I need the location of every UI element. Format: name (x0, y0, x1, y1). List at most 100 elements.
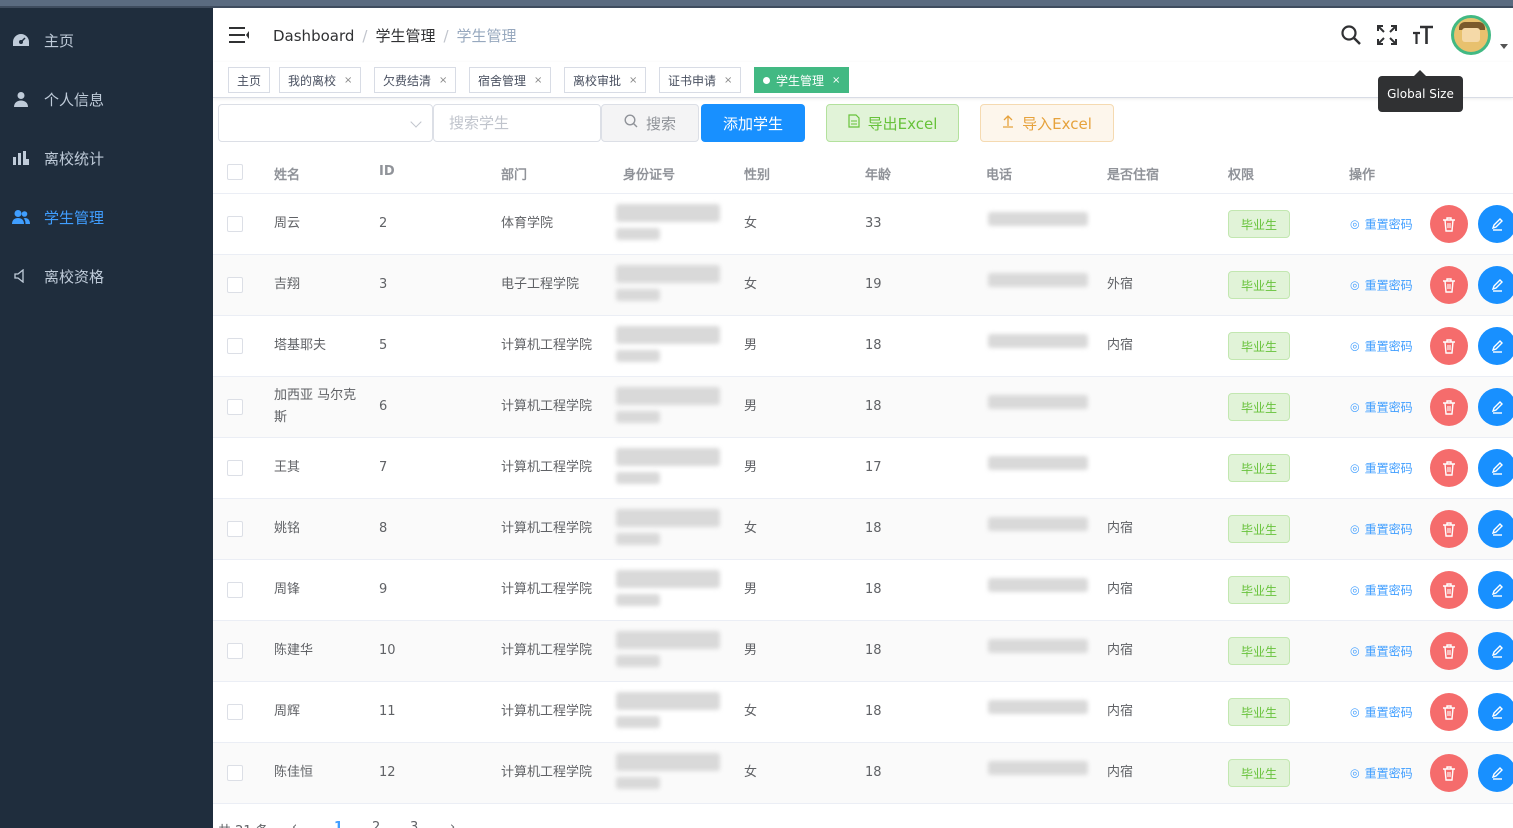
page-button[interactable]: 2 (372, 820, 380, 828)
delete-button[interactable] (1430, 266, 1468, 304)
tag-my-leave[interactable]: 我的离校 × (279, 67, 362, 93)
header-gender: 性别 (744, 168, 771, 183)
reset-password-link[interactable]: ◎ 重置密码 (1350, 216, 1413, 233)
row-checkbox[interactable] (227, 338, 243, 354)
delete-button[interactable] (1430, 388, 1468, 426)
redacted-phone (988, 456, 1088, 470)
import-excel-button[interactable]: 导入Excel (980, 104, 1114, 142)
breadcrumb-item-dashboard[interactable]: Dashboard (273, 27, 354, 45)
delete-button[interactable] (1430, 754, 1468, 792)
hamburger-icon[interactable] (229, 26, 249, 44)
sidebar-item-eligibility[interactable]: 离校资格 (0, 248, 213, 304)
delete-button[interactable] (1430, 327, 1468, 365)
cell-name: 陈佳恒 (274, 765, 314, 780)
search-input[interactable] (433, 104, 601, 142)
row-checkbox[interactable] (227, 704, 243, 720)
reset-password-link[interactable]: ◎ 重置密码 (1350, 704, 1413, 721)
reset-password-label: 重置密码 (1364, 339, 1413, 354)
row-checkbox[interactable] (227, 643, 243, 659)
page-button[interactable]: 1 (334, 820, 343, 828)
page-button[interactable]: 3 (410, 820, 418, 828)
reset-password-label: 重置密码 (1364, 217, 1413, 232)
cell-id: 9 (379, 582, 388, 597)
reset-icon: ◎ (1350, 217, 1360, 231)
reset-password-link[interactable]: ◎ 重置密码 (1350, 521, 1413, 538)
font-size-icon[interactable] (1411, 23, 1435, 47)
sidebar-item-profile[interactable]: 个人信息 (0, 71, 213, 127)
row-checkbox[interactable] (227, 399, 243, 415)
close-icon[interactable]: × (344, 75, 352, 86)
chevron-left-icon[interactable]: ‹ (292, 820, 297, 828)
fullscreen-icon[interactable] (1375, 23, 1399, 47)
reset-password-link[interactable]: ◎ 重置密码 (1350, 338, 1413, 355)
delete-button[interactable] (1430, 510, 1468, 548)
close-icon[interactable]: × (439, 75, 447, 86)
cell-name: 周锋 (274, 582, 301, 597)
reset-password-link[interactable]: ◎ 重置密码 (1350, 460, 1413, 477)
delete-button[interactable] (1430, 205, 1468, 243)
cell-dorm: 内宿 (1107, 704, 1134, 719)
reset-password-link[interactable]: ◎ 重置密码 (1350, 582, 1413, 599)
department-select[interactable] (218, 104, 433, 142)
redacted-phone (988, 212, 1088, 226)
redacted-idcard (616, 228, 660, 240)
delete-button[interactable] (1430, 632, 1468, 670)
export-excel-button[interactable]: 导出Excel (826, 104, 959, 142)
chevron-right-icon[interactable]: › (450, 820, 455, 828)
add-student-button[interactable]: 添加学生 (701, 104, 805, 142)
reset-password-link[interactable]: ◎ 重置密码 (1350, 399, 1413, 416)
row-checkbox[interactable] (227, 277, 243, 293)
delete-button[interactable] (1430, 571, 1468, 609)
row-checkbox[interactable] (227, 521, 243, 537)
reset-password-link[interactable]: ◎ 重置密码 (1350, 643, 1413, 660)
edit-button[interactable] (1478, 388, 1513, 426)
tag-certificate[interactable]: 证书申请 × (659, 67, 742, 93)
edit-button[interactable] (1478, 510, 1513, 548)
cell-gender: 男 (744, 582, 758, 597)
tag-arrears[interactable]: 欠费结清 × (374, 67, 457, 93)
reset-password-link[interactable]: ◎ 重置密码 (1350, 765, 1413, 782)
delete-button[interactable] (1430, 449, 1468, 487)
tag-approval[interactable]: 离校审批 × (564, 67, 647, 93)
close-icon[interactable]: × (534, 75, 542, 86)
breadcrumb-item-section[interactable]: 学生管理 (375, 25, 435, 46)
avatar[interactable] (1451, 15, 1491, 55)
role-badge: 毕业生 (1228, 271, 1290, 299)
close-icon[interactable]: × (724, 75, 732, 86)
sidebar-item-students[interactable]: 学生管理 (0, 189, 213, 245)
cell-age: 18 (865, 399, 882, 414)
row-checkbox[interactable] (227, 582, 243, 598)
tag-dorm[interactable]: 宿舍管理 × (469, 67, 552, 93)
chevron-down-icon[interactable] (1500, 44, 1508, 49)
close-icon[interactable]: × (832, 75, 840, 86)
cell-dept: 计算机工程学院 (501, 399, 593, 414)
cell-id: 2 (379, 216, 388, 231)
redacted-idcard (616, 594, 660, 606)
row-checkbox[interactable] (227, 765, 243, 781)
edit-button[interactable] (1478, 327, 1513, 365)
edit-button[interactable] (1478, 205, 1513, 243)
search-button[interactable]: 搜索 (601, 104, 699, 142)
reset-icon: ◎ (1350, 705, 1360, 719)
sidebar-item-stats[interactable]: 离校统计 (0, 130, 213, 186)
edit-button[interactable] (1478, 693, 1513, 731)
tag-students[interactable]: 学生管理 × (754, 67, 850, 93)
row-checkbox[interactable] (227, 216, 243, 232)
delete-button[interactable] (1430, 693, 1468, 731)
edit-button[interactable] (1478, 266, 1513, 304)
edit-button[interactable] (1478, 449, 1513, 487)
sidebar-item-home[interactable]: 主页 (0, 12, 213, 68)
edit-button[interactable] (1478, 571, 1513, 609)
header-phone: 电话 (986, 168, 1013, 183)
redacted-idcard (616, 448, 720, 466)
active-dot-icon (763, 76, 770, 84)
close-icon[interactable]: × (629, 75, 637, 86)
search-icon[interactable] (1339, 23, 1363, 47)
row-checkbox[interactable] (227, 460, 243, 476)
reset-password-link[interactable]: ◎ 重置密码 (1350, 277, 1413, 294)
select-all-checkbox[interactable] (227, 164, 243, 180)
edit-button[interactable] (1478, 754, 1513, 792)
reset-password-label: 重置密码 (1364, 644, 1413, 659)
tag-home[interactable]: 主页 (228, 67, 271, 93)
edit-button[interactable] (1478, 632, 1513, 670)
